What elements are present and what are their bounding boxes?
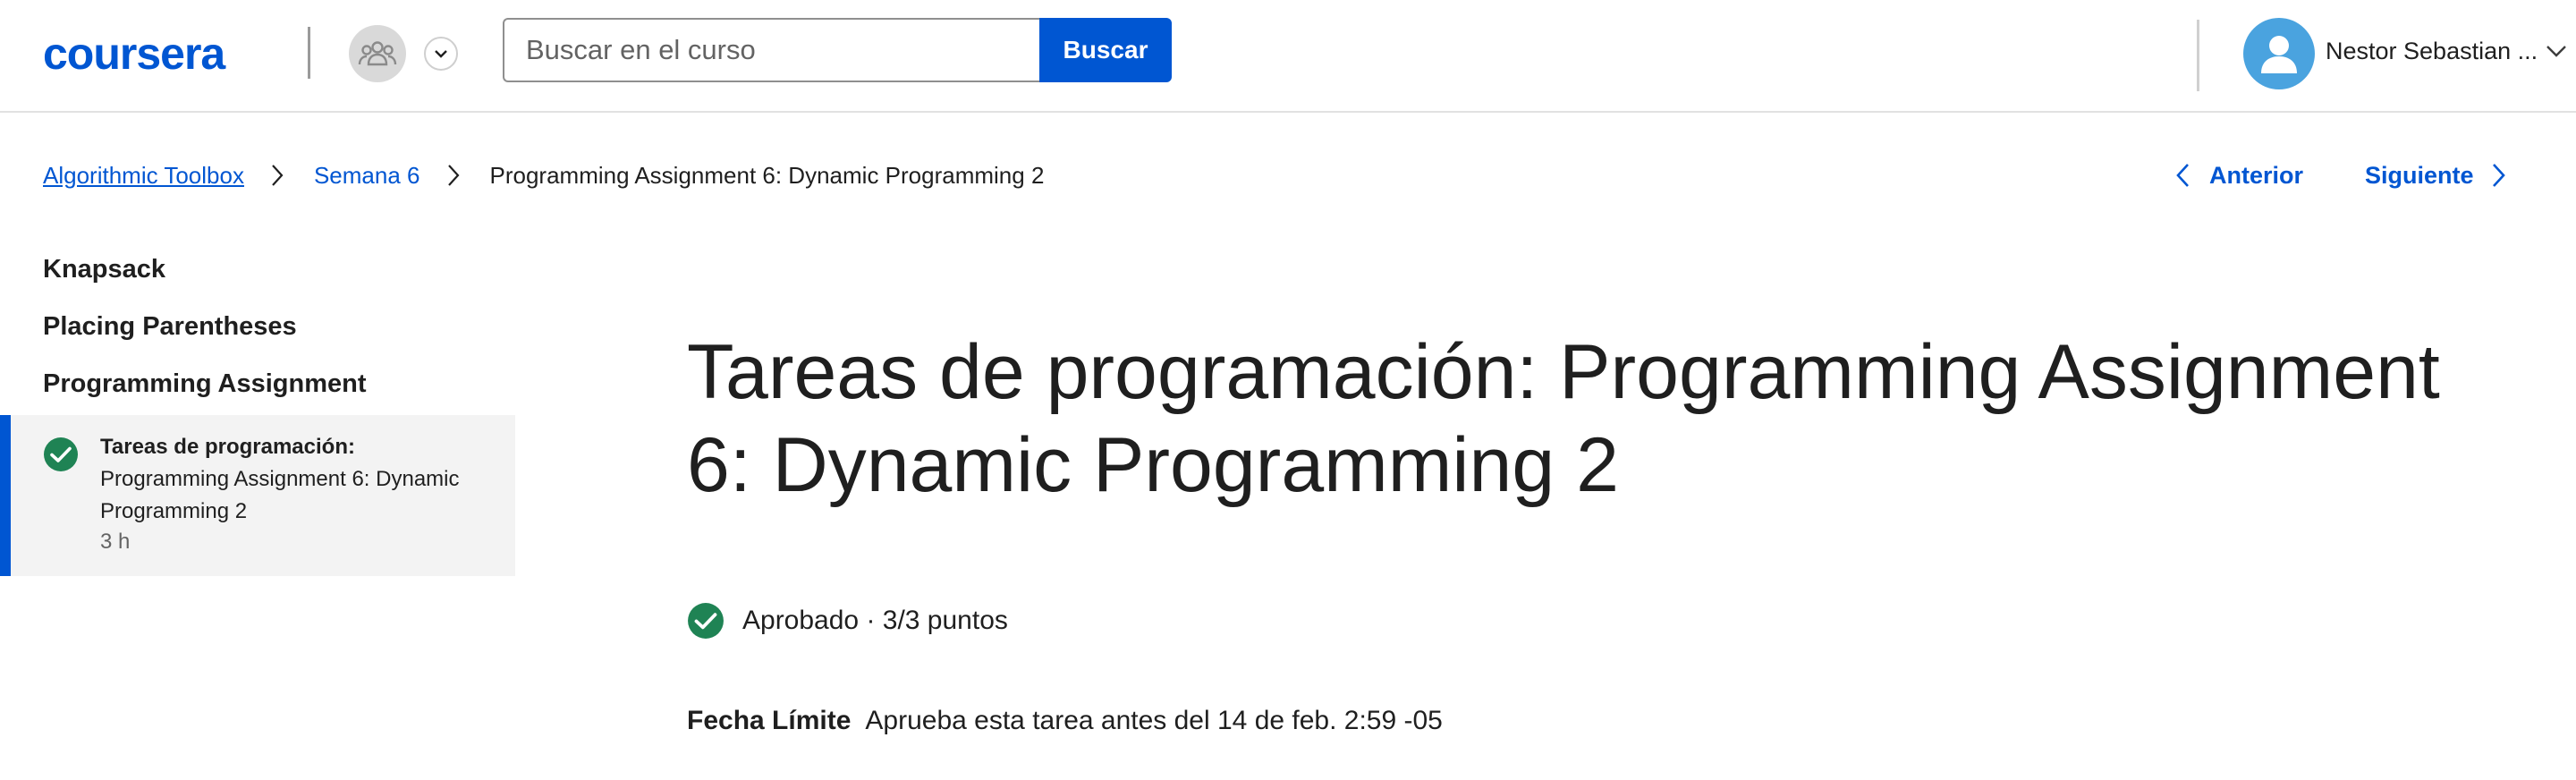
top-header: coursera Buscar Nestor Sebastian ... xyxy=(0,0,2576,113)
next-label: Siguiente xyxy=(2365,161,2474,189)
previous-button[interactable]: Anterior xyxy=(2175,157,2303,193)
sidebar-active-item[interactable]: Tareas de programación: Programming Assi… xyxy=(0,415,515,576)
assignment-title: Programming Assignment 6: Dynamic Progra… xyxy=(100,467,460,523)
next-button[interactable]: Siguiente xyxy=(2365,157,2506,193)
sidebar-item-programming-assignment[interactable]: Programming Assignment xyxy=(43,369,366,399)
chevron-right-icon xyxy=(2492,164,2505,187)
header-divider xyxy=(2197,20,2199,91)
breadcrumb-week-link[interactable]: Semana 6 xyxy=(314,162,420,190)
page-title: Tareas de programación: Programming Assi… xyxy=(687,329,2440,508)
user-name[interactable]: Nestor Sebastian ... xyxy=(2326,38,2537,65)
due-date-text: Aprueba esta tarea antes del 14 de feb. … xyxy=(865,706,1443,735)
sidebar-item-knapsack[interactable]: Knapsack xyxy=(43,255,165,284)
user-menu-chevron-down-icon[interactable] xyxy=(2546,45,2567,62)
active-indicator-bar xyxy=(0,415,11,576)
breadcrumb-course-link[interactable]: Algorithmic Toolbox xyxy=(43,162,244,190)
due-date-label: Fecha Límite xyxy=(687,706,852,735)
check-circle-icon xyxy=(688,603,724,639)
grade-text: Aprobado · 3/3 puntos xyxy=(742,606,1008,635)
sidebar-item-placing-parentheses[interactable]: Placing Parentheses xyxy=(43,312,297,342)
search-button[interactable]: Buscar xyxy=(1039,18,1172,82)
chevron-right-icon xyxy=(447,164,460,187)
assignment-type-label: Tareas de programación: xyxy=(100,435,355,459)
course-search-input[interactable] xyxy=(503,18,1041,82)
grade-status: Aprobado · 3/3 puntos xyxy=(687,601,1008,640)
coursera-logo[interactable]: coursera xyxy=(43,27,225,81)
group-dropdown-chevron-down-icon[interactable] xyxy=(424,37,458,71)
chevron-left-icon xyxy=(2176,164,2189,187)
breadcrumb: Algorithmic Toolbox Semana 6 Programming… xyxy=(43,157,1044,193)
sidebar-active-item-title: Tareas de programación: Programming Assi… xyxy=(100,431,476,528)
previous-label: Anterior xyxy=(2209,161,2304,189)
breadcrumb-current: Programming Assignment 6: Dynamic Progra… xyxy=(489,161,1045,189)
check-circle-icon xyxy=(43,437,79,477)
logo-divider xyxy=(308,27,310,79)
group-people-icon[interactable] xyxy=(349,25,406,82)
chevron-right-icon xyxy=(271,164,284,187)
user-avatar-icon[interactable] xyxy=(2243,18,2315,89)
due-date: Fecha Límite Aprueba esta tarea antes de… xyxy=(687,703,1443,739)
item-duration: 3 h xyxy=(100,530,131,554)
